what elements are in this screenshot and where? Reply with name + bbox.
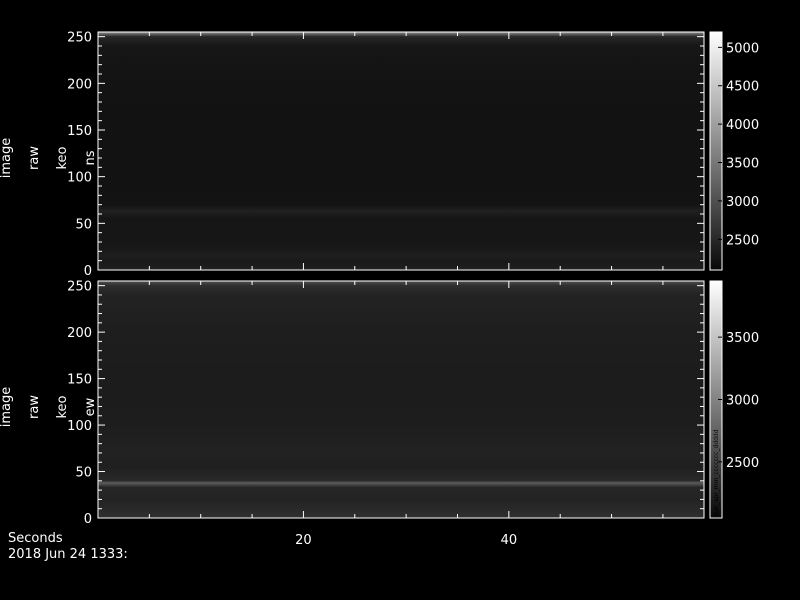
y-axis-label-line: keo [55, 395, 70, 418]
y-tick-label: 50 [75, 217, 92, 232]
colorbar-tick-label: 3000 [726, 394, 759, 409]
y-tick-label: 0 [84, 264, 92, 279]
y-tick-label: 0 [84, 512, 92, 527]
y-axis-label-line: raw [27, 395, 42, 419]
y-tick-label: 50 [75, 466, 92, 481]
heatmap-panel-2 [98, 281, 704, 518]
y-tick-label: 200 [67, 326, 92, 341]
colorbar-tick-label: 2500 [726, 456, 759, 471]
colorbar-tick-label: 5000 [726, 41, 759, 56]
x-tick-label: 40 [501, 533, 518, 548]
colorbar-tick-label: 2500 [726, 233, 759, 248]
y-axis-label-line: ew [83, 397, 98, 416]
colorbar [709, 31, 723, 271]
y-axis-label-line: ns [83, 150, 98, 165]
colorbar-tick-label: 3500 [726, 331, 759, 346]
y-tick-label: 250 [67, 280, 92, 295]
y-tick-label: 100 [67, 171, 92, 186]
colorbar-tick-label: 3500 [726, 157, 759, 172]
date-stamp: 2018 Jun 24 1333: [8, 547, 128, 562]
y-tick-label: 250 [67, 31, 92, 46]
y-tick-label: 150 [67, 124, 92, 139]
y-axis-label-line: image [0, 138, 14, 179]
y-tick-label: 200 [67, 77, 92, 92]
heatmap-panel-1 [98, 32, 704, 270]
x-axis-title: Seconds [8, 531, 63, 546]
colorbar-annotation: sun_apr_mm_ccccccc_ddddd [713, 429, 720, 516]
colorbar-tick-label: 4500 [726, 80, 759, 95]
colorbar-tick-label: 3000 [726, 195, 759, 210]
x-tick-label: 20 [295, 533, 312, 548]
y-tick-label: 100 [67, 419, 92, 434]
keogram-figure: 050100150200250image raw keo ns250030003500… [0, 31, 759, 548]
y-axis-label-line: raw [27, 146, 42, 170]
y-axis-label-line: image [0, 387, 14, 428]
colorbar-tick-label: 4000 [726, 118, 759, 133]
y-tick-label: 150 [67, 373, 92, 388]
y-axis-label-line: keo [55, 146, 70, 169]
